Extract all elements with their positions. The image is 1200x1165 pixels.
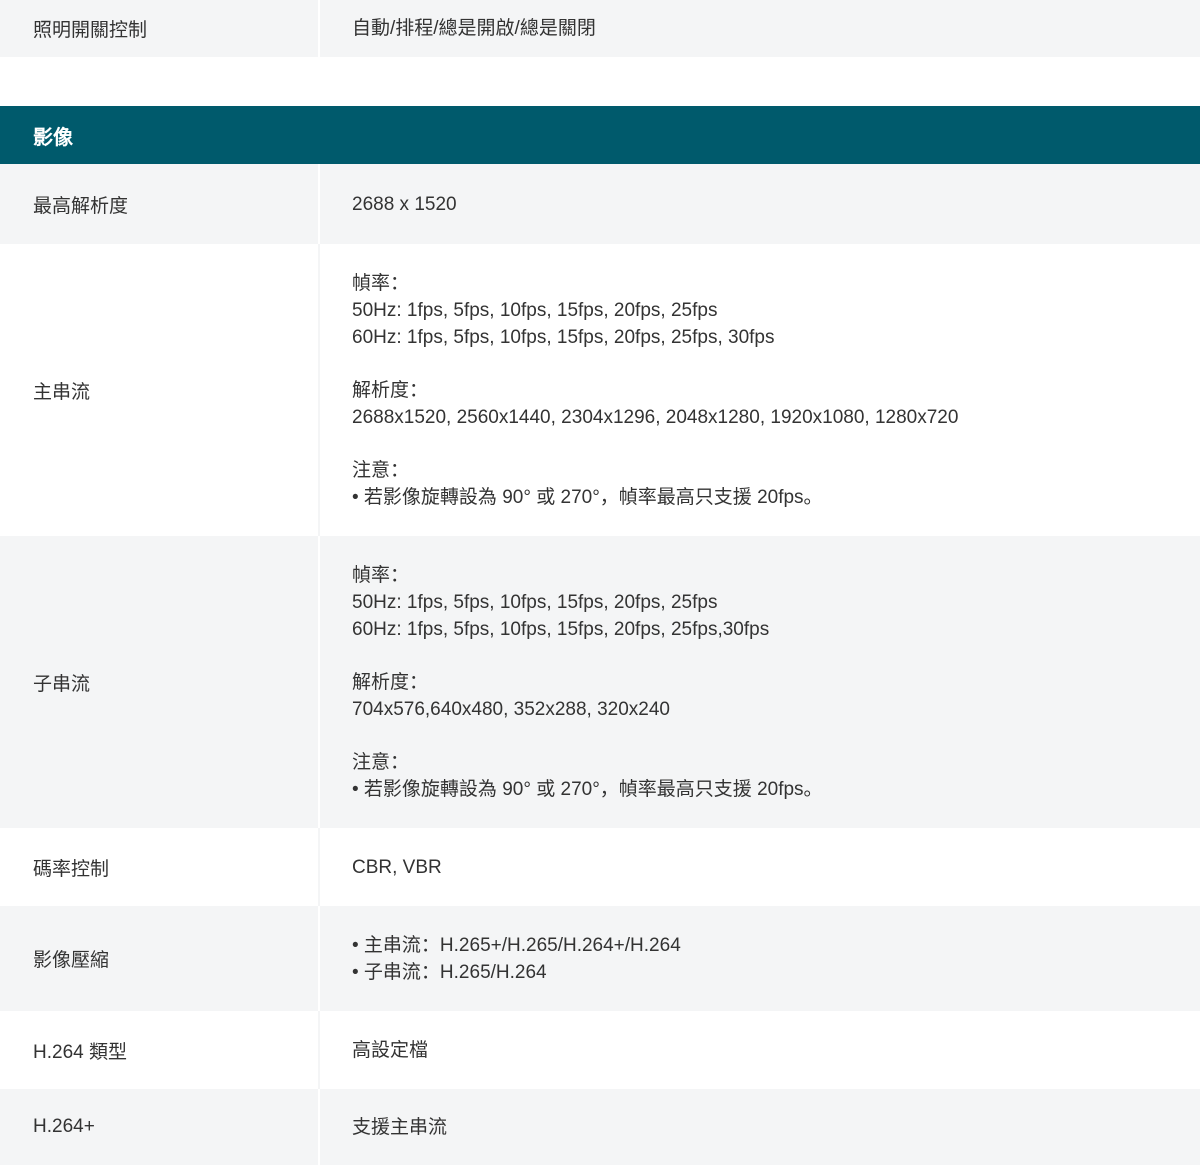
resolution-title: 解析度： — [352, 671, 429, 693]
framerate-60hz: 60Hz: 1fps, 5fps, 10fps, 15fps, 20fps, 2… — [352, 618, 770, 640]
spec-label: 最高解析度 — [33, 195, 129, 217]
spec-row-h264-type: H.264 類型 高設定檔 — [0, 1011, 1200, 1089]
resolution-title: 解析度： — [352, 379, 429, 401]
spec-row-max-resolution: 最高解析度 2688 x 1520 — [0, 164, 1200, 244]
note-title: 注意： — [352, 459, 410, 481]
spec-value: 支援主串流 — [352, 1116, 448, 1138]
framerate-title: 幀率： — [352, 272, 410, 294]
spec-row-h264-plus: H.264+ 支援主串流 — [0, 1089, 1200, 1165]
compression-sub-stream: • 子串流：H.265/H.264 — [352, 961, 547, 983]
spec-label: H.264 類型 — [33, 1041, 127, 1063]
resolution-values: 704x576,640x480, 352x288, 320x240 — [352, 698, 670, 720]
compression-main-stream: • 主串流：H.265+/H.265/H.264+/H.264 — [352, 934, 681, 956]
spec-row-sub-stream: 子串流 幀率： 50Hz: 1fps, 5fps, 10fps, 15fps, … — [0, 536, 1200, 828]
note-text: • 若影像旋轉設為 90° 或 270°，幀率最高只支援 20fps。 — [352, 486, 823, 508]
spec-row-lighting-control: 照明開關控制 自動/排程/總是開啟/總是關閉 — [0, 0, 1200, 57]
spec-label: 子串流 — [33, 673, 91, 695]
note-text: • 若影像旋轉設為 90° 或 270°，幀率最高只支援 20fps。 — [352, 778, 823, 800]
spec-value: 2688 x 1520 — [352, 193, 457, 215]
spec-value-block: • 主串流：H.265+/H.265/H.264+/H.264 • 子串流：H.… — [320, 932, 1200, 986]
spec-value: 自動/排程/總是開啟/總是關閉 — [352, 18, 596, 39]
section-header: 影像 — [0, 106, 1200, 164]
spec-label: 碼率控制 — [33, 858, 110, 880]
note-title: 注意： — [352, 751, 410, 773]
spec-value-block: 幀率： 50Hz: 1fps, 5fps, 10fps, 15fps, 20fp… — [320, 270, 1200, 511]
framerate-50hz: 50Hz: 1fps, 5fps, 10fps, 15fps, 20fps, 2… — [352, 299, 718, 321]
spec-value-block: 幀率： 50Hz: 1fps, 5fps, 10fps, 15fps, 20fp… — [320, 562, 1200, 803]
section-title: 影像 — [33, 126, 73, 149]
spec-row-main-stream: 主串流 幀率： 50Hz: 1fps, 5fps, 10fps, 15fps, … — [0, 244, 1200, 536]
framerate-60hz: 60Hz: 1fps, 5fps, 10fps, 15fps, 20fps, 2… — [352, 326, 775, 348]
resolution-values: 2688x1520, 2560x1440, 2304x1296, 2048x12… — [352, 406, 959, 428]
spec-row-compression: 影像壓縮 • 主串流：H.265+/H.265/H.264+/H.264 • 子… — [0, 906, 1200, 1011]
spec-label: 影像壓縮 — [33, 950, 110, 971]
spec-label: 主串流 — [33, 381, 91, 403]
framerate-title: 幀率： — [352, 564, 410, 586]
spec-row-bitrate-control: 碼率控制 CBR, VBR — [0, 828, 1200, 906]
spec-value: CBR, VBR — [352, 856, 442, 878]
framerate-50hz: 50Hz: 1fps, 5fps, 10fps, 15fps, 20fps, 2… — [352, 591, 718, 613]
spec-label: H.264+ — [33, 1116, 95, 1137]
spec-value: 高設定檔 — [352, 1039, 429, 1061]
spec-label: 照明開關控制 — [33, 20, 148, 41]
